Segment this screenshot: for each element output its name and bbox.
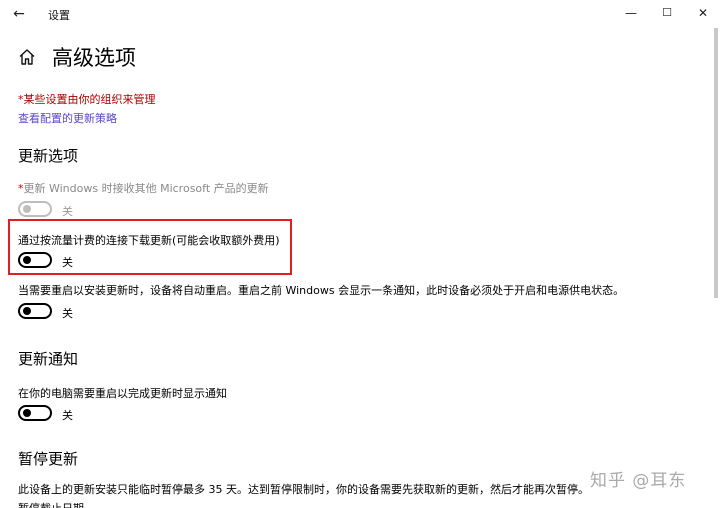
pause-updates-heading: 暂停更新	[18, 450, 79, 468]
pause-until-label: 暂停截止日期	[18, 500, 84, 508]
toggle-knob	[23, 409, 31, 417]
other-products-toggle[interactable]	[18, 201, 52, 217]
home-icon[interactable]	[18, 48, 36, 66]
page-title: 高级选项	[52, 46, 136, 70]
restart-notification-toggle[interactable]	[18, 405, 52, 421]
view-policies-link[interactable]: 查看配置的更新策略	[18, 110, 117, 126]
back-arrow-icon[interactable]: ←	[8, 4, 30, 24]
auto-restart-label: 当需要重启以安装更新时，设备将自动重启。重启之前 Windows 会显示一条通知…	[18, 284, 625, 297]
title-bar: ← 设置 — ☐ ✕	[0, 0, 720, 28]
maximize-icon[interactable]: ☐	[656, 3, 678, 23]
watermark: 知乎 @耳东	[590, 471, 687, 491]
metered-download-toggle[interactable]	[18, 252, 52, 268]
metered-download-label: 通过按流量计费的连接下载更新(可能会收取额外费用)	[18, 234, 280, 247]
update-notifications-heading: 更新通知	[18, 350, 79, 368]
toggle-knob	[23, 256, 31, 264]
app-title: 设置	[48, 9, 70, 22]
metered-download-state: 关	[62, 256, 73, 269]
update-options-heading: 更新选项	[18, 147, 79, 165]
vertical-scrollbar[interactable]	[714, 28, 718, 298]
auto-restart-toggle[interactable]	[18, 303, 52, 319]
minimize-icon[interactable]: —	[620, 3, 642, 23]
toggle-knob	[23, 205, 31, 213]
restart-notification-state: 关	[62, 409, 73, 422]
auto-restart-state: 关	[62, 307, 73, 320]
other-products-state: 关	[62, 205, 73, 218]
toggle-knob	[23, 307, 31, 315]
pause-updates-description: 此设备上的更新安装只能临时暂停最多 35 天。达到暂停限制时，你的设备需要先获取…	[18, 483, 589, 496]
close-icon[interactable]: ✕	[692, 3, 714, 23]
other-products-label: *更新 Windows 时接收其他 Microsoft 产品的更新	[18, 182, 269, 195]
restart-notification-label: 在你的电脑需要重启以完成更新时显示通知	[18, 387, 227, 400]
org-managed-notice: *某些设置由你的组织来管理	[18, 93, 156, 106]
